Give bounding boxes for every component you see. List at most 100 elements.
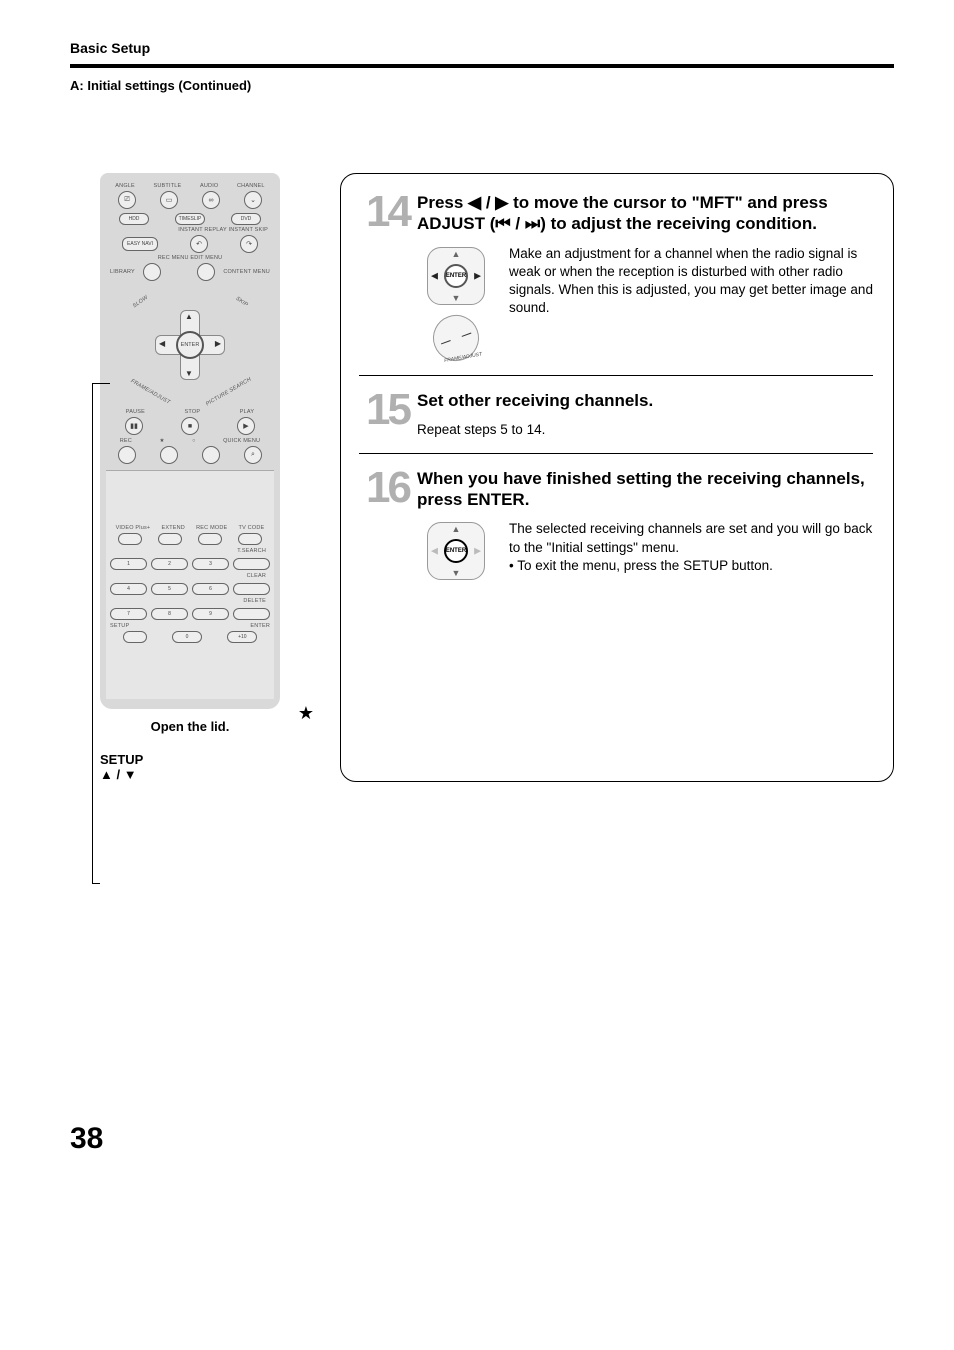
stop-button: ■ — [181, 417, 199, 435]
label-pause: PAUSE — [126, 409, 145, 415]
delete-button — [233, 608, 270, 620]
library-button — [143, 263, 161, 281]
step-15: 15 Set other receiving channels. Repeat … — [359, 390, 873, 439]
dvd-button: DVD — [231, 213, 261, 225]
left-arrow-icon: ◀ — [431, 546, 438, 557]
text: Press — [417, 193, 468, 212]
label-tvcode: TV CODE — [239, 525, 265, 531]
step-15-heading: Set other receiving channels. — [417, 390, 873, 411]
open-lid-caption: Open the lid. — [70, 719, 310, 734]
up-arrow-icon: ▲ — [452, 524, 461, 534]
label-content-menu: CONTENT MENU — [223, 269, 270, 275]
channel-button: ⌄ — [244, 191, 262, 209]
pause-button: ▮▮ — [125, 417, 143, 435]
digit-4: 4 — [110, 583, 147, 595]
callout-setup: SETUP — [100, 752, 310, 767]
digit-6: 6 — [192, 583, 229, 595]
label-clear: CLEAR — [110, 573, 266, 579]
up-arrow-icon: ▲ — [185, 312, 193, 321]
label-recmode: REC MODE — [196, 525, 227, 531]
up-arrow-icon: ▲ — [452, 249, 461, 259]
text: ) to adjust the receiving condition. — [540, 214, 817, 233]
remote-illustration-column: ANGLE SUBTITLE AUDIO CHANNEL ⎚ ▭ ∞ ⌄ HDD… — [70, 173, 310, 782]
digit-5: 5 — [151, 583, 188, 595]
step-number: 15 — [359, 390, 409, 439]
left-arrow-icon: ◀ — [159, 339, 165, 348]
label-quick-menu: QUICK MENU — [223, 438, 260, 444]
step-14-heading: Press ◀ / ▶ to move the cursor to "MFT" … — [417, 192, 873, 235]
navigation-dpad: SLOW SKIP ◀ ▶ ▲ ▼ ENTER FRAME/ADJUST PIC… — [130, 285, 250, 405]
section-subheading: A: Initial settings (Continued) — [70, 78, 894, 93]
page-number: 38 — [70, 1122, 894, 1156]
callout-up-down: ▲ / ▼ — [100, 767, 310, 782]
right-arrow-icon: ▶ — [474, 270, 481, 281]
steps-panel: 14 Press ◀ / ▶ to move the cursor to "MF… — [340, 173, 894, 782]
label-slow: SLOW — [132, 295, 149, 310]
step-14-description: Make an adjustment for a channel when th… — [509, 245, 873, 361]
clear-button — [233, 583, 270, 595]
timeslip-button: TIMESLIP — [175, 213, 205, 225]
step-16: 16 When you have finished setting the re… — [359, 468, 873, 583]
rec-button — [118, 446, 136, 464]
step-16-heading: When you have finished setting the recei… — [417, 468, 873, 511]
label-frame-adjust: FRAME/ADJUST — [129, 378, 171, 405]
label-tsearch: T.SEARCH — [110, 548, 266, 554]
adjust-symbols-icon: ⏮ / ⏭ — [495, 214, 540, 233]
label-circle: ○ — [192, 438, 196, 444]
setup-button — [123, 631, 147, 643]
down-arrow-icon: ▼ — [185, 369, 193, 378]
label-setup: SETUP — [110, 623, 129, 629]
enter-center: ENTER — [444, 264, 468, 288]
hdd-button: HDD — [119, 213, 149, 225]
dpad-illustration: ▲ ▼ ◀ ▶ ENTER — [427, 247, 485, 305]
extend-button — [158, 533, 182, 545]
label-extend: EXTEND — [161, 525, 185, 531]
digit-7: 7 — [110, 608, 147, 620]
quick-menu-button: ⌕ — [244, 446, 262, 464]
angle-button: ⎚ — [118, 191, 136, 209]
digit-3: 3 — [192, 558, 229, 570]
label-videoplus: VIDEO Plus+ — [116, 525, 151, 531]
instant-skip-button: ↷ — [240, 235, 258, 253]
step-16-description-2: • To exit the menu, press the SETUP butt… — [509, 557, 873, 575]
digit-9: 9 — [192, 608, 229, 620]
section-title: Basic Setup — [70, 40, 894, 56]
videoplus-button — [118, 533, 142, 545]
label-delete: DELETE — [110, 598, 266, 604]
easy-navi-button: EASY NAVI — [122, 237, 158, 251]
label-skip: SKIP — [234, 296, 248, 309]
down-arrow-icon: ▼ — [452, 568, 461, 578]
callout-line — [92, 883, 100, 884]
label-stop: STOP — [185, 409, 201, 415]
play-button: ▶ — [237, 417, 255, 435]
tsearch-button — [233, 558, 270, 570]
enter-button: ENTER — [176, 331, 204, 359]
label-star: ★ — [159, 438, 164, 444]
callout-line — [92, 383, 93, 883]
digit-2: 2 — [151, 558, 188, 570]
dpad-illustration: ▲ ▼ ◀ ▶ ENTER — [427, 522, 485, 580]
label-audio: AUDIO — [200, 183, 218, 189]
label-library: LIBRARY — [110, 269, 135, 275]
digit-1: 1 — [110, 558, 147, 570]
label-instant: INSTANT REPLAY INSTANT SKIP — [106, 227, 268, 233]
left-arrow-icon: ◀ — [431, 270, 438, 281]
label-rec-edit: REC MENU EDIT MENU — [106, 255, 274, 261]
left-right-arrow-icon: ◀ / ▶ — [468, 193, 508, 212]
remote-lid-panel: VIDEO Plus+ EXTEND REC MODE TV CODE T.SE… — [106, 470, 274, 699]
step-number: 16 — [359, 468, 409, 583]
frame-adjust-illustration: FRAME/ADJUST — [427, 308, 486, 367]
divider — [359, 375, 873, 376]
step-number: 14 — [359, 192, 409, 361]
right-arrow-icon: ▶ — [215, 339, 221, 348]
frame-adjust-label: FRAME/ADJUST — [444, 351, 483, 364]
label-rec: REC — [120, 438, 132, 444]
callout-line — [92, 383, 110, 384]
step-15-description: Repeat steps 5 to 14. — [417, 421, 873, 439]
instant-replay-button: ↶ — [190, 235, 208, 253]
label-picture-search: PICTURE SEARCH — [205, 377, 253, 408]
recmode-button — [198, 533, 222, 545]
label-subtitle: SUBTITLE — [154, 183, 182, 189]
enter-center: ENTER — [444, 539, 468, 563]
star-icon: ★ — [298, 703, 314, 724]
